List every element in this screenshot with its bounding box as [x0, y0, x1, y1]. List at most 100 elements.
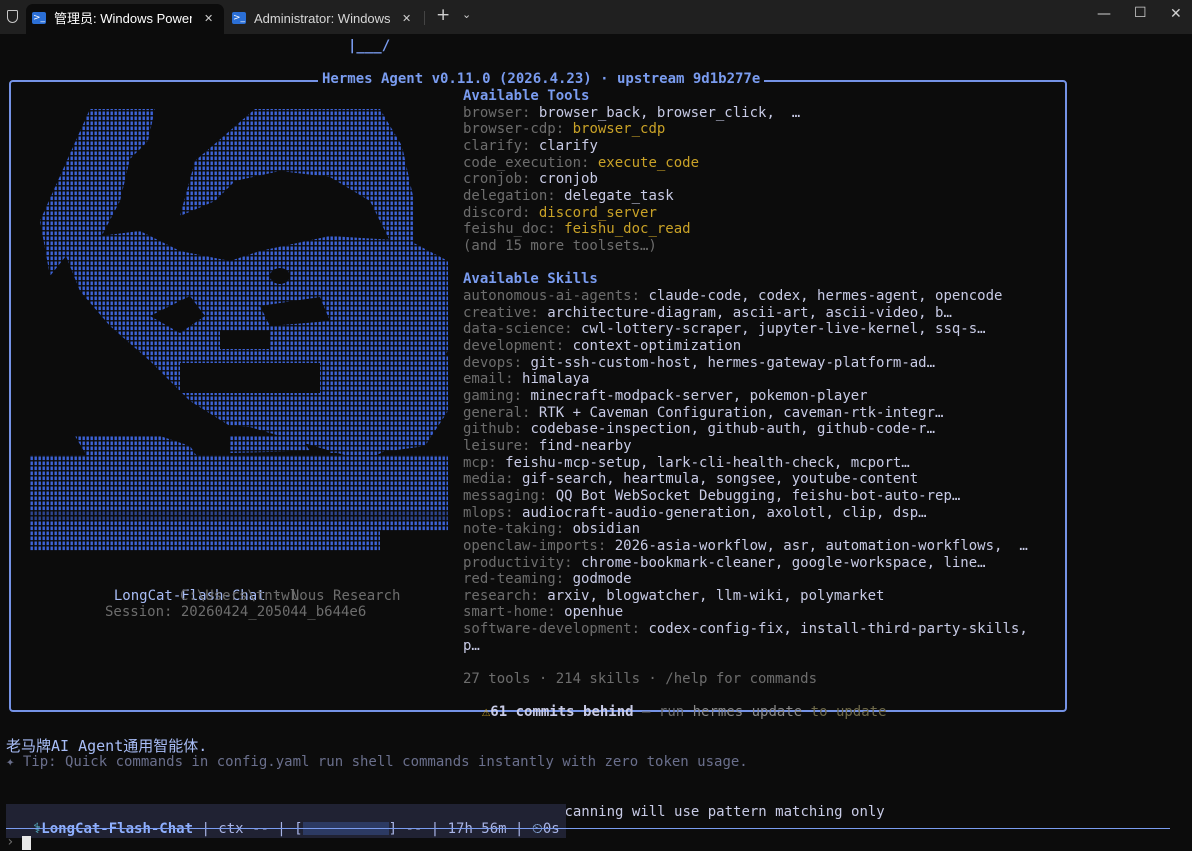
tab-admin-powershell[interactable]: >_ Administrator: Windows PowerShell ✕ — [226, 4, 422, 34]
skill-row: media: gif-search, heartmula, songsee, y… — [463, 471, 918, 488]
tab-admin-powershell-cn[interactable]: >_ 管理员: Windows PowerShell ✕ — [26, 4, 224, 34]
skill-names: openhue — [564, 604, 624, 620]
tool-category: cronjob: — [463, 171, 531, 187]
powershell-icon: >_ — [32, 12, 46, 24]
tool-category: clarify: — [463, 138, 531, 154]
tool-names: execute_code — [597, 155, 700, 171]
powershell-icon: >_ — [232, 12, 246, 24]
input-divider — [6, 828, 1170, 829]
skill-category: github: — [463, 421, 523, 437]
banner-fragment: |___/ — [348, 38, 391, 54]
skill-row: development: context-optimization — [463, 338, 741, 355]
tool-row: feishu_doc: feishu_doc_read — [463, 221, 691, 238]
skill-names: gif-search, heartmula, songsee, youtube-… — [522, 471, 919, 487]
skill-names: find-nearby — [538, 438, 632, 454]
panel-title: Hermes Agent v0.11.0 (2026.4.23) · upstr… — [318, 71, 765, 88]
skill-category: devops: — [463, 355, 523, 371]
close-tab-icon[interactable]: ✕ — [204, 4, 213, 33]
skill-category: gaming: — [463, 388, 523, 404]
skill-row: creative: architecture-diagram, ascii-ar… — [463, 305, 952, 322]
skill-names: context-optimization — [572, 338, 742, 354]
skill-category: smart-home: — [463, 604, 556, 620]
skill-category: media: — [463, 471, 514, 487]
skill-row-wrap: p… — [463, 638, 480, 654]
working-directory: C:\Users\tntwl — [180, 588, 299, 604]
shield-icon — [7, 10, 18, 23]
skill-names: himalaya — [522, 371, 590, 387]
chevron-down-icon[interactable]: ⌄ — [462, 8, 471, 21]
greeting-text: 老马牌AI Agent通用智能体. — [6, 737, 208, 755]
skill-category: data-science: — [463, 321, 573, 337]
skill-row: github: codebase-inspection, github-auth… — [463, 421, 935, 438]
tool-row: delegation: delegate_task — [463, 188, 674, 205]
skill-category: messaging: — [463, 488, 548, 504]
skill-names: cwl-lottery-scraper, jupyter-live-kernel… — [581, 321, 986, 337]
skill-names: claude-code, codex, hermes-agent, openco… — [648, 288, 1003, 304]
skill-category: research: — [463, 588, 539, 604]
tool-row: cronjob: cronjob — [463, 171, 598, 188]
skill-names: git-ssh-custom-host, hermes-gateway-plat… — [530, 355, 936, 371]
skill-row: devops: git-ssh-custom-host, hermes-gate… — [463, 355, 935, 372]
status-model: LongCat-Flash-Chat — [41, 821, 194, 837]
skill-category: development: — [463, 338, 565, 354]
tool-names: browser_back, browser_click, … — [538, 105, 801, 121]
skill-row: mcp: feishu-mcp-setup, lark-cli-health-c… — [463, 455, 910, 472]
tool-names: feishu_doc_read — [564, 221, 691, 237]
tool-category: delegation: — [463, 188, 556, 204]
skill-category: autonomous-ai-agents: — [463, 288, 641, 304]
skill-names: audiocraft-audio-generation, axolotl, cl… — [522, 505, 927, 521]
skill-names: chrome-bookmark-cleaner, google-workspac… — [581, 555, 986, 571]
skill-row: data-science: cwl-lottery-scraper, jupyt… — [463, 321, 986, 338]
skill-row: note-taking: obsidian — [463, 521, 640, 538]
skill-row: email: himalaya — [463, 371, 589, 388]
tool-names: discord_server — [538, 205, 657, 221]
summary-line: 27 tools · 214 skills · /help for comman… — [463, 671, 818, 687]
maximize-button[interactable]: ☐ — [1134, 5, 1147, 21]
skill-row: research: arxiv, blogwatcher, llm-wiki, … — [463, 588, 884, 605]
update-dash: — — [633, 704, 659, 720]
timer-icon: ⏲ — [531, 821, 543, 837]
tool-row: browser: browser_back, browser_click, … — [463, 105, 800, 122]
skill-row: general: RTK + Caveman Configuration, ca… — [463, 405, 943, 422]
tools-heading: Available Tools — [463, 88, 590, 104]
status-timer: 0s — [542, 821, 560, 837]
skill-names: codebase-inspection, github-auth, github… — [530, 421, 936, 437]
new-tab-button[interactable]: + — [436, 5, 450, 25]
tool-names: browser_cdp — [572, 121, 666, 137]
tools-more: (and 15 more toolsets…) — [463, 238, 657, 254]
tool-row: discord: discord_server — [463, 205, 657, 222]
close-tab-icon[interactable]: ✕ — [402, 4, 411, 33]
tip-text: ✦ Tip: Quick commands in config.yaml run… — [6, 754, 748, 770]
status-uptime: ] -- | 17h 56m | — [388, 821, 532, 837]
skill-category: note-taking: — [463, 521, 565, 537]
skill-category: email: — [463, 371, 514, 387]
hermes-ascii-art — [30, 101, 448, 555]
close-window-button[interactable]: ✕ — [1170, 6, 1182, 22]
update-command: hermes update — [692, 704, 803, 720]
skill-names: minecraft-modpack-server, pokemon-player — [530, 388, 868, 404]
skill-category: software-development: — [463, 621, 641, 637]
skill-names: 2026-asia-workflow, asr, automation-work… — [614, 538, 1028, 554]
tool-names: cronjob — [538, 171, 598, 187]
skill-names: QQ Bot WebSocket Debugging, feishu-bot-a… — [555, 488, 961, 504]
skill-category: creative: — [463, 305, 539, 321]
skill-names: architecture-diagram, ascii-art, ascii-v… — [547, 305, 952, 321]
session-id: Session: 20260424_205044_b644e6 — [105, 604, 367, 620]
skill-row: red-teaming: godmode — [463, 571, 632, 588]
update-notice: ⚠61 commits behind — run hermes update t… — [465, 687, 887, 721]
tool-category: browser: — [463, 105, 531, 121]
skills-heading: Available Skills — [463, 271, 598, 287]
minimize-button[interactable]: — — [1097, 6, 1111, 22]
skill-row: mlops: audiocraft-audio-generation, axol… — [463, 505, 927, 522]
skill-row: gaming: minecraft-modpack-server, pokemo… — [463, 388, 868, 405]
skill-category: openclaw-imports: — [463, 538, 607, 554]
status-ctx: | ctx -- | [ — [193, 821, 303, 837]
skill-names: feishu-mcp-setup, lark-cli-health-check,… — [505, 455, 910, 471]
input-cursor[interactable] — [22, 836, 31, 850]
update-word: update — [835, 704, 887, 720]
tab-label: Administrator: Windows PowerShell — [254, 11, 392, 26]
skill-row: autonomous-ai-agents: claude-code, codex… — [463, 288, 1002, 305]
tool-category: browser-cdp: — [463, 121, 565, 137]
skill-names: codex-config-fix, install-third-party-sk… — [648, 621, 1028, 637]
status-bar: ⚕LongCat-Flash-Chat | ctx -- | [] -- | 1… — [6, 804, 566, 838]
